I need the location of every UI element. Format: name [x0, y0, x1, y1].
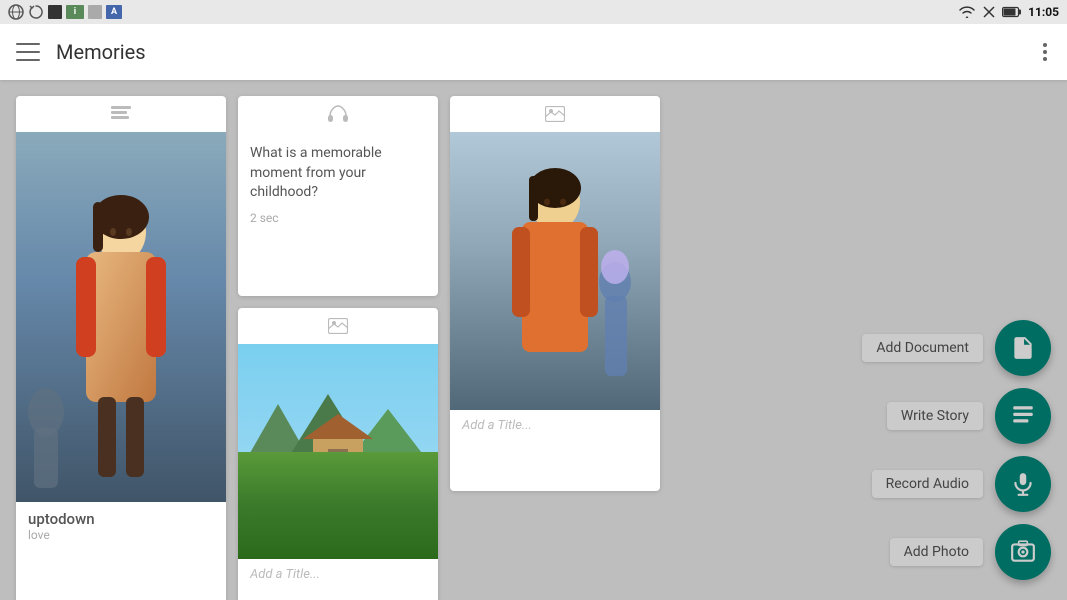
card-3-game-image [238, 344, 438, 559]
square-dark-icon [48, 5, 62, 19]
card-3-header [238, 308, 438, 344]
card-3-title[interactable]: Add a Title... [238, 559, 438, 590]
more-options-button[interactable] [1039, 39, 1051, 65]
image-icon [328, 318, 348, 334]
card-2[interactable]: What is a memorable moment from your chi… [238, 96, 438, 296]
headphone-icon [327, 105, 349, 123]
card-1-tag: love [28, 528, 214, 542]
status-bar-left: i A [8, 4, 122, 20]
status-time: 11:05 [1028, 5, 1059, 19]
text-icon [111, 106, 131, 122]
card-2-question: What is a memorable moment from your chi… [250, 144, 426, 203]
card-4-image: ©EXNOA LLC/NITRO+ [450, 132, 660, 410]
square-light-icon [88, 5, 102, 19]
status-bar: i A 11:05 [0, 0, 1067, 24]
cards-right-column: What is a memorable moment from your chi… [238, 96, 438, 584]
battery-icon [1002, 6, 1022, 18]
card-2-content: What is a memorable moment from your chi… [238, 132, 438, 237]
main-content: ©EXNOA LLC/NITRO+ uptodown love [0, 80, 1067, 600]
info-icon: i [66, 5, 84, 19]
card-1-username: uptodown [28, 510, 214, 528]
card-1-text: uptodown love [16, 502, 226, 550]
card-4-title[interactable]: Add a Title... [450, 410, 660, 441]
menu-button[interactable] [16, 43, 40, 61]
app-title: Memories [56, 40, 1039, 64]
app-bar: Memories [0, 24, 1067, 80]
card-4-header [450, 96, 660, 132]
card-1[interactable]: ©EXNOA LLC/NITRO+ uptodown love [16, 96, 226, 600]
status-bar-right: 11:05 [958, 5, 1059, 19]
card-1-header [16, 96, 226, 132]
card-2-header [238, 96, 438, 132]
image-icon-2 [545, 106, 565, 122]
card-3[interactable]: Add a Title... [238, 308, 438, 600]
card-1-image: ©EXNOA LLC/NITRO+ [16, 132, 226, 502]
cards-area: ©EXNOA LLC/NITRO+ uptodown love [16, 96, 660, 584]
globe-icon [8, 4, 24, 20]
no-signal-icon [982, 5, 996, 19]
sync-icon [28, 4, 44, 20]
a-icon: A [106, 5, 122, 19]
card-2-duration: 2 sec [250, 211, 426, 225]
card-4[interactable]: ©EXNOA LLC/NITRO+ Add a Title... [450, 96, 660, 491]
wifi-icon [958, 5, 976, 19]
